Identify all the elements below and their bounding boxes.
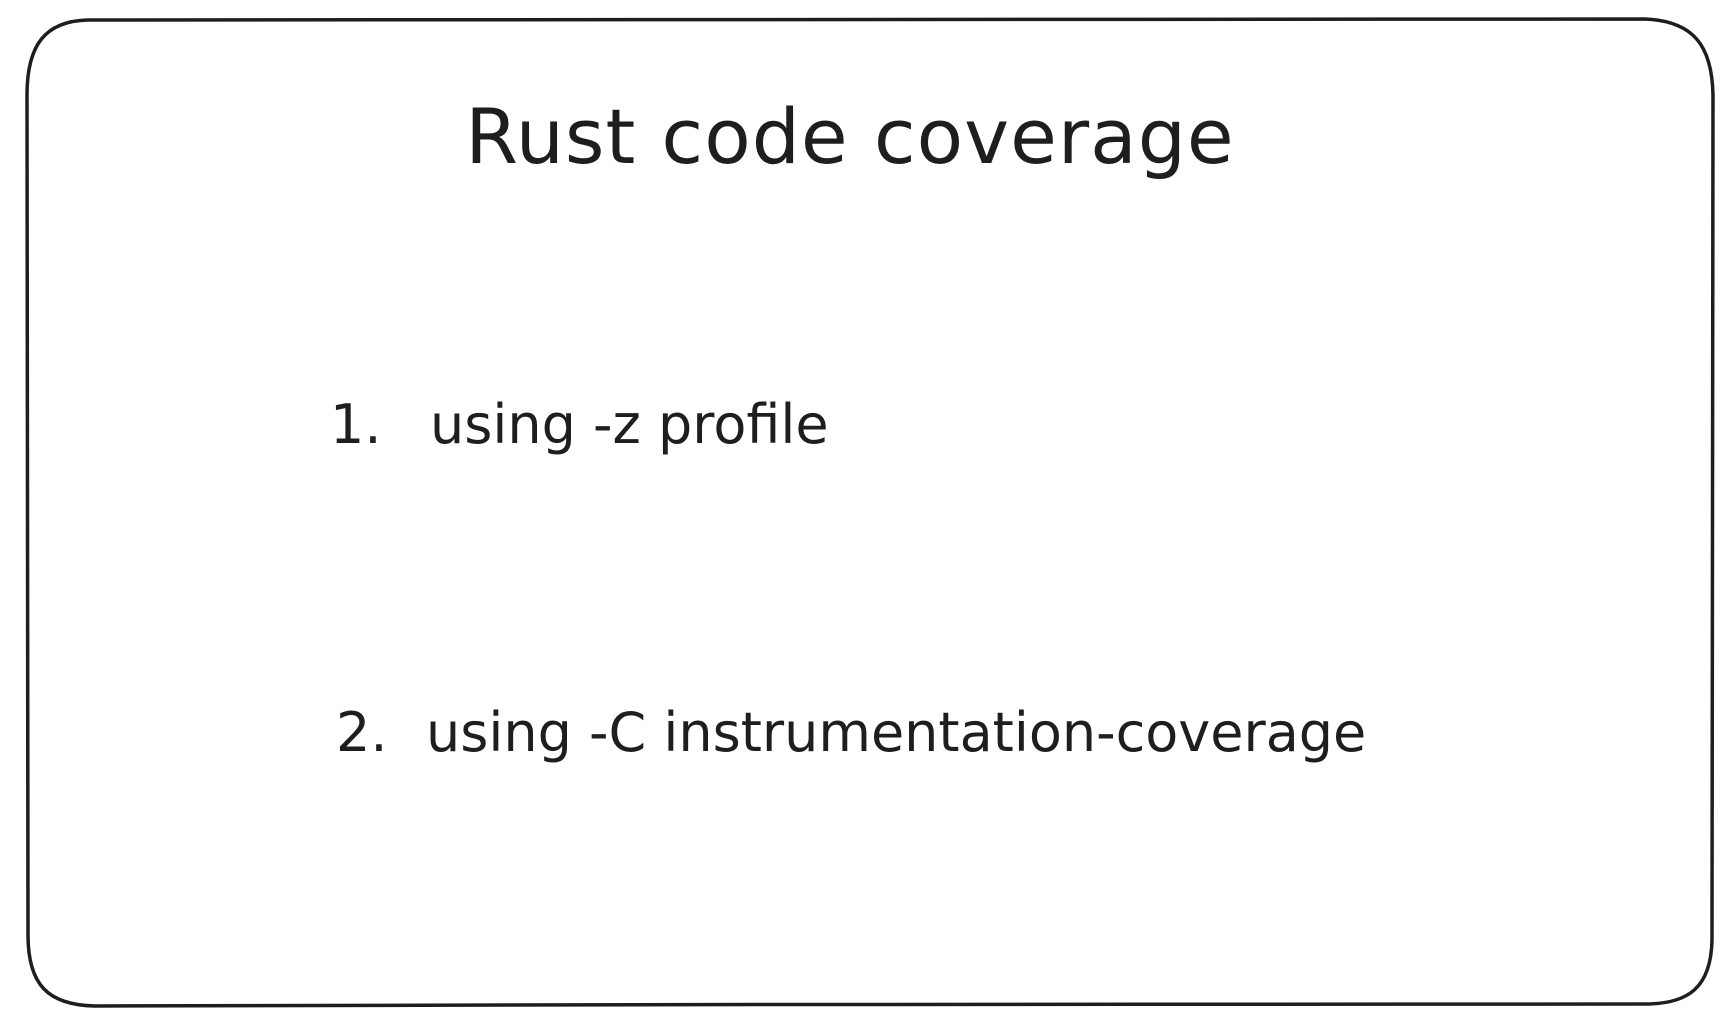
list-item-text: using -z profile xyxy=(430,393,829,456)
list-item-number: 1. xyxy=(330,393,382,456)
list-item-text: using -C instrumentation-coverage xyxy=(426,701,1367,764)
list-item: 1. using -z profile xyxy=(330,393,829,456)
list-item-number: 2. xyxy=(336,701,388,764)
list-item: 2. using -C instrumentation-coverage xyxy=(336,701,1367,764)
diagram-title: Rust code coverage xyxy=(465,92,1235,181)
